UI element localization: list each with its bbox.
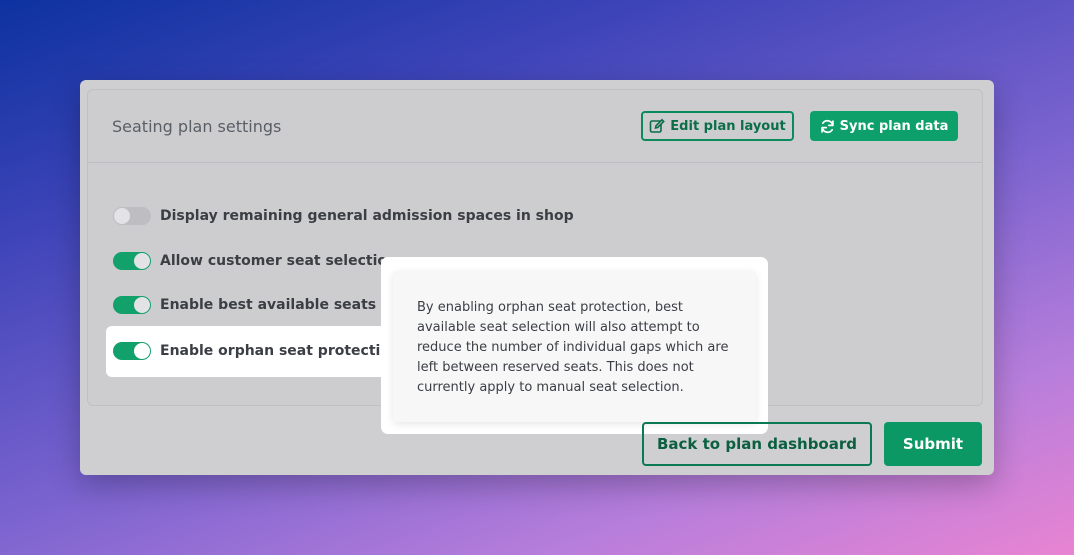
edit-plan-layout-label: Edit plan layout [670,118,786,134]
back-to-plan-dashboard-button[interactable]: Back to plan dashboard [642,422,872,466]
setting-label: Display remaining general admission spac… [160,208,574,224]
setting-label: Enable best available seats [160,297,377,313]
setting-row-orphan-seat-protection: Enable orphan seat protection [113,340,424,362]
card-title: Seating plan settings [112,117,282,136]
setting-row-general-admission: Display remaining general admission spac… [113,205,574,227]
sync-plan-data-button[interactable]: Sync plan data [810,111,958,141]
tooltip-body: By enabling orphan seat protection, best… [393,271,756,422]
customer-seat-selection-toggle[interactable] [113,252,151,270]
orphan-seat-protection-toggle[interactable] [113,342,151,360]
setting-label: Enable orphan seat protection [160,343,400,359]
edit-plan-layout-button[interactable]: Edit plan layout [641,111,794,141]
setting-row-best-available: Enable best available seats [113,294,400,316]
orphan-seat-tooltip: By enabling orphan seat protection, best… [381,257,768,434]
sync-icon [820,119,835,134]
highlighted-setting-orphan-seat: Enable orphan seat protection [106,326,424,377]
setting-label: Allow customer seat selection [160,253,397,269]
general-admission-toggle[interactable] [113,207,151,225]
setting-row-customer-seat-selection: Allow customer seat selection [113,250,397,272]
best-available-toggle[interactable] [113,296,151,314]
edit-icon [649,118,666,134]
sync-plan-data-label: Sync plan data [839,118,949,134]
card-header: Seating plan settings Edit plan layout S… [88,90,982,163]
submit-button[interactable]: Submit [884,422,982,466]
tooltip-text: By enabling orphan seat protection, best… [417,300,729,395]
